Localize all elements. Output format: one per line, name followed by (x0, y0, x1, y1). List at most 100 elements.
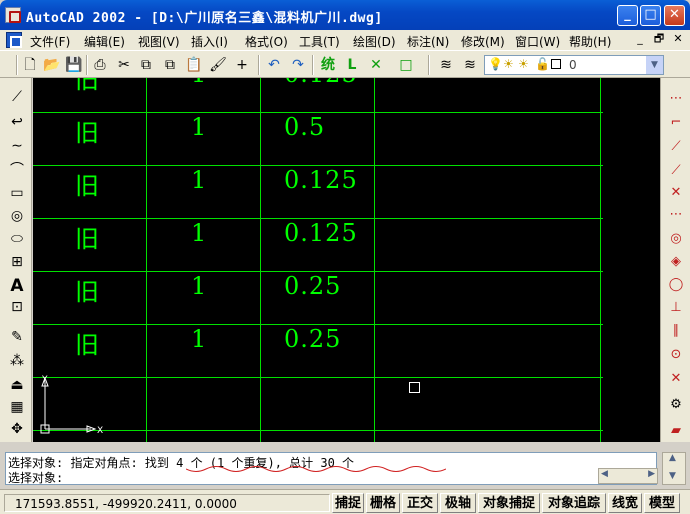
horizontal-scrollbar[interactable]: ◀ ▶ (598, 468, 658, 484)
menu-dimension[interactable]: 标注(N) (407, 33, 449, 50)
coordinate-readout[interactable]: 171593.8551, -499920.2411, 0.0000 (4, 494, 330, 512)
chevron-down-icon[interactable]: ▼ (646, 56, 663, 74)
copy-clip-icon[interactable]: ⧉ (160, 55, 180, 75)
scroll-left-icon[interactable]: ◀ (601, 469, 608, 479)
copy-object-icon[interactable]: ⁂ (6, 350, 28, 372)
ellipse-icon[interactable]: ⬭ (6, 228, 28, 250)
drawing-canvas[interactable]: 旧 1 0.125 旧 1 0.5 旧 1 0.125 旧 1 0.125 旧 1 0.25 旧 1 0.25 Y… (33, 78, 638, 442)
snap-extra-icon[interactable]: ▰ (665, 420, 687, 442)
grid-line (33, 377, 603, 378)
osnap-toggle[interactable]: 对象捕捉 (478, 493, 540, 513)
line-icon[interactable]: ⟋ (6, 86, 28, 108)
undo-icon[interactable]: ↶ (264, 55, 284, 75)
square-tool-icon[interactable]: □ (396, 55, 416, 75)
custom-tool-icon[interactable]: 统 (318, 55, 338, 75)
table-cell-value: 0.125 (284, 219, 358, 247)
layer-lock-icon: 🔓 (535, 57, 550, 71)
menu-view[interactable]: 视图(V) (138, 33, 180, 50)
polar-toggle[interactable]: 极轴 (440, 493, 476, 513)
menu-insert[interactable]: 插入(I) (191, 33, 228, 50)
extra-tool-icon[interactable]: + (232, 55, 252, 75)
rectangle-icon[interactable]: ▭ (6, 182, 28, 204)
maximize-button[interactable]: □ (640, 5, 661, 26)
snap-center-icon[interactable]: ◎ (665, 228, 687, 250)
construction-line-icon[interactable]: ↩ (6, 111, 28, 133)
snap-from-icon[interactable]: ⌐ (665, 112, 687, 134)
snap-settings-icon[interactable]: ⚙ (665, 394, 687, 416)
x-tool-icon[interactable]: ✕ (366, 55, 386, 75)
polyline-icon[interactable]: ∼ (6, 135, 28, 157)
minimize-button[interactable]: _ (617, 5, 638, 26)
snap-quadrant-icon[interactable]: ◈ (665, 251, 687, 273)
snap-none-icon[interactable]: ✕ (665, 368, 687, 390)
paste-icon[interactable]: 📋 (184, 55, 204, 75)
layer-name-value: 0 (569, 58, 577, 72)
snap-temporary-icon[interactable]: ⋯ (665, 88, 687, 110)
model-toggle[interactable]: 模型 (644, 493, 680, 513)
doc-minimize-button[interactable]: _ (632, 32, 648, 47)
move-icon[interactable]: ✥ (6, 418, 28, 440)
menu-modify[interactable]: 修改(M) (461, 33, 505, 50)
command-prompt-line[interactable]: 选择对象: (8, 469, 63, 486)
scroll-down-icon[interactable]: ▼ (669, 471, 676, 481)
doc-restore-button[interactable]: 🗗 (651, 32, 667, 47)
document-icon[interactable] (6, 32, 22, 48)
snap-parallel-icon[interactable]: ∥ (665, 320, 687, 342)
text-icon[interactable]: A (6, 275, 28, 297)
table-cell-name: 旧 (75, 331, 100, 359)
mirror-icon[interactable]: ⏏ (6, 374, 28, 396)
annotation-squiggle (186, 466, 446, 472)
grid-toggle[interactable]: 栅格 (366, 493, 400, 513)
arc-icon[interactable]: ⌒ (6, 159, 28, 181)
ortho-toggle[interactable]: 正交 (402, 493, 438, 513)
open-folder-icon[interactable]: 📂 (42, 55, 62, 75)
menu-draw[interactable]: 绘图(D) (353, 33, 396, 50)
menu-format[interactable]: 格式(O) (245, 33, 288, 50)
layer-dropdown[interactable]: 💡 ☀ ☀ 🔓 0 ▼ (484, 55, 664, 75)
redo-icon[interactable]: ↷ (288, 55, 308, 75)
snap-midpoint-icon[interactable]: ⟋ (665, 160, 687, 182)
doc-close-button[interactable]: ✕ (670, 32, 686, 47)
snap-perpendicular-icon[interactable]: ⊥ (665, 297, 687, 319)
snap-endpoint-icon[interactable]: ⟋ (665, 136, 687, 158)
lineweight-toggle[interactable]: 线宽 (608, 493, 642, 513)
table-cell-qty: 1 (191, 325, 208, 353)
snap-tangent-icon[interactable]: ◯ (665, 274, 687, 296)
print-icon[interactable]: ⎙ (90, 55, 110, 75)
hatch-icon[interactable]: ⊞ (6, 251, 28, 273)
toolbar-separator (312, 55, 314, 75)
scroll-right-icon[interactable]: ▶ (648, 469, 655, 479)
scroll-up-icon[interactable]: ▲ (669, 453, 676, 463)
block-icon[interactable]: ⊡ (6, 296, 28, 318)
command-scrollbar[interactable]: ▲ ▼ (662, 452, 686, 485)
new-file-icon[interactable]: 🗋 (20, 55, 40, 75)
l-tool-icon[interactable]: L (342, 55, 362, 75)
menu-edit[interactable]: 编辑(E) (84, 33, 125, 50)
menu-tools[interactable]: 工具(T) (299, 33, 340, 50)
snap-apparent-icon[interactable]: ⋯ (665, 204, 687, 226)
layer-previous-icon[interactable]: ≋ (460, 55, 480, 75)
menu-window[interactable]: 窗口(W) (515, 33, 560, 50)
circle-icon[interactable]: ◎ (6, 205, 28, 227)
snap-intersection-icon[interactable]: ✕ (665, 182, 687, 204)
array-icon[interactable]: ▦ (6, 396, 28, 418)
menu-help[interactable]: 帮助(H) (569, 33, 611, 50)
otrack-toggle[interactable]: 对象追踪 (542, 493, 606, 513)
close-button[interactable]: ✕ (664, 5, 685, 26)
ucs-icon: Y X (40, 375, 103, 436)
layer-manager-icon[interactable]: ≋ (436, 55, 456, 75)
status-bar: 171593.8551, -499920.2411, 0.0000 捕捉 栅格 … (0, 489, 690, 514)
snap-toggle[interactable]: 捕捉 (332, 493, 364, 513)
copy-icon[interactable]: ⧉ (136, 55, 156, 75)
match-properties-icon[interactable]: 🖌 (208, 55, 228, 75)
menu-file[interactable]: 文件(F) (30, 33, 70, 50)
standard-toolbar: 🗋 📂 💾 ⎙ ✂ ⧉ ⧉ 📋 🖌 + ↶ ↷ 统 L ✕ □ ≋ ≋ 💡 ☀ … (0, 50, 690, 78)
snap-node-icon[interactable]: ⊙ (665, 344, 687, 366)
save-icon[interactable]: 💾 (64, 55, 84, 75)
table-cell-name: 旧 (75, 78, 100, 94)
erase-icon[interactable]: ✎ (6, 326, 28, 348)
autocad-app-icon[interactable] (5, 7, 21, 23)
cut-icon[interactable]: ✂ (114, 55, 134, 75)
command-window[interactable]: 选择对象: 指定对角点: 找到 4 个 (1 个重复), 总计 30 个 选择对… (5, 452, 657, 485)
grid-line (146, 78, 147, 442)
